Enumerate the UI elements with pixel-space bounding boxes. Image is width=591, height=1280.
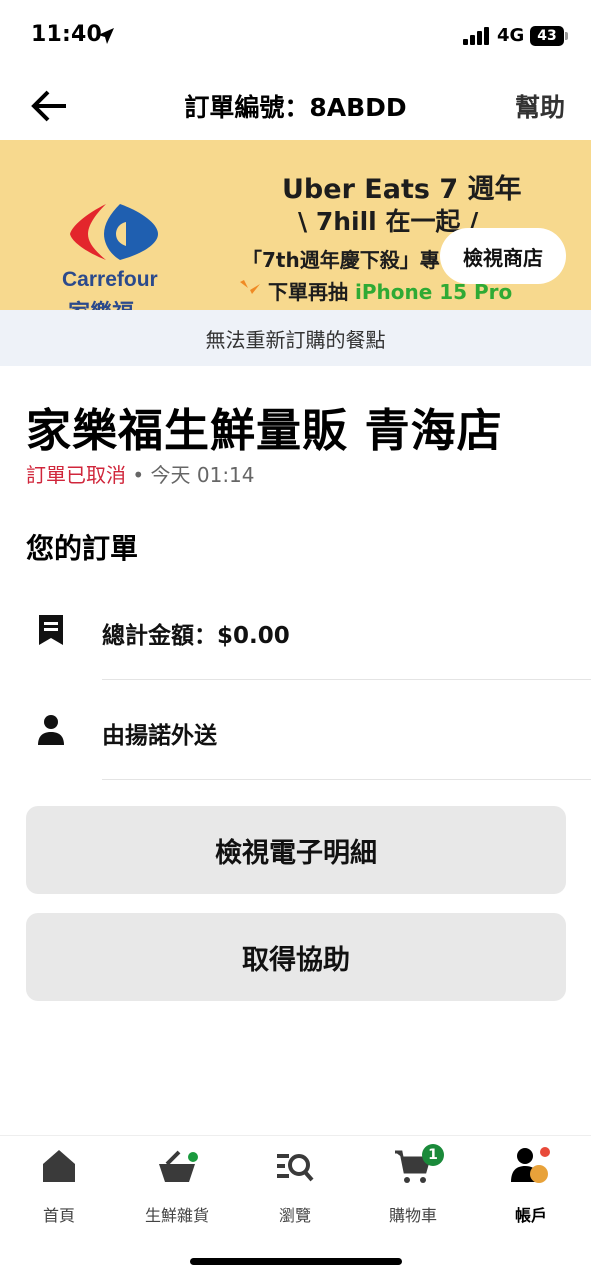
reorder-unavailable-notice: 無法重新訂購的餐點 — [0, 310, 591, 366]
courier-name: 由揚諾外送 — [102, 723, 217, 749]
nav-home[interactable]: 首頁 — [0, 1146, 118, 1226]
home-icon — [43, 1150, 75, 1182]
battery-icon: 43 — [530, 26, 564, 46]
sparkle-icon — [240, 280, 260, 294]
nav-account-label: 帳戶 — [514, 1206, 547, 1225]
nav-account[interactable]: 帳戶 — [472, 1146, 590, 1226]
status-separator: • — [126, 463, 151, 487]
network-type: 4G — [497, 25, 525, 46]
divider — [102, 679, 591, 680]
signal-icon — [463, 27, 491, 45]
help-link[interactable]: 幫助 — [515, 88, 565, 124]
brand-name-chinese: 家樂福 — [68, 295, 134, 310]
your-order-heading: 您的訂單 — [26, 532, 139, 565]
carrefour-logo-icon — [70, 204, 158, 260]
nav-grocery-label: 生鮮雜貨 — [144, 1206, 209, 1225]
get-help-button[interactable]: 取得協助 — [26, 913, 566, 1001]
browse-icon — [277, 1154, 314, 1182]
order-total-row: 總計金額：$0.00 — [0, 580, 591, 680]
view-store-button[interactable]: 檢視商店 — [440, 228, 566, 284]
promo-headline: Uber Eats 7 週年 — [282, 174, 522, 205]
notification-dot — [186, 1150, 200, 1164]
order-number-title: 訂單編號：8ABDD — [184, 93, 407, 122]
order-status: 訂單已取消 — [26, 463, 126, 487]
cart-count-badge: 1 — [422, 1144, 444, 1166]
view-receipt-button[interactable]: 檢視電子明細 — [26, 806, 566, 894]
divider — [102, 779, 591, 780]
nav-cart-label: 購物車 — [388, 1206, 437, 1225]
courier-row: 由揚諾外送 — [0, 681, 591, 781]
status-bar: 11:40 4G 43 — [0, 0, 591, 70]
brand-name: Carrefour — [62, 268, 158, 291]
promo-line-3: 「7th週年慶下殺」專 — [242, 248, 440, 272]
receipt-icon — [39, 615, 63, 645]
promo-line-4-prefix: 下單再抽 — [268, 280, 355, 304]
order-time: 今天 01:14 — [150, 463, 255, 487]
nav-grocery[interactable]: 生鮮雜貨 — [118, 1146, 236, 1226]
home-indicator — [190, 1258, 402, 1265]
store-banner: Carrefour 家樂福 Uber Eats 7 週年 \ 7hill 在一起… — [0, 140, 591, 310]
battery-tip — [565, 32, 568, 40]
account-icon — [511, 1147, 550, 1183]
nav-browse[interactable]: 瀏覽 — [236, 1146, 354, 1226]
store-name: 家樂福生鮮量販 青海店 — [26, 404, 503, 457]
status-time: 11:40 — [31, 22, 103, 47]
nav-home-label: 首頁 — [42, 1206, 75, 1225]
nav-browse-label: 瀏覽 — [278, 1206, 311, 1225]
order-status-line: 訂單已取消 • 今天 01:14 — [26, 459, 255, 488]
location-arrow-icon — [98, 28, 114, 44]
person-icon — [38, 715, 64, 745]
nav-cart[interactable]: 1 購物車 — [354, 1144, 472, 1226]
order-total: 總計金額：$0.00 — [102, 623, 290, 649]
header: 訂單編號：8ABDD 幫助 — [0, 70, 591, 140]
